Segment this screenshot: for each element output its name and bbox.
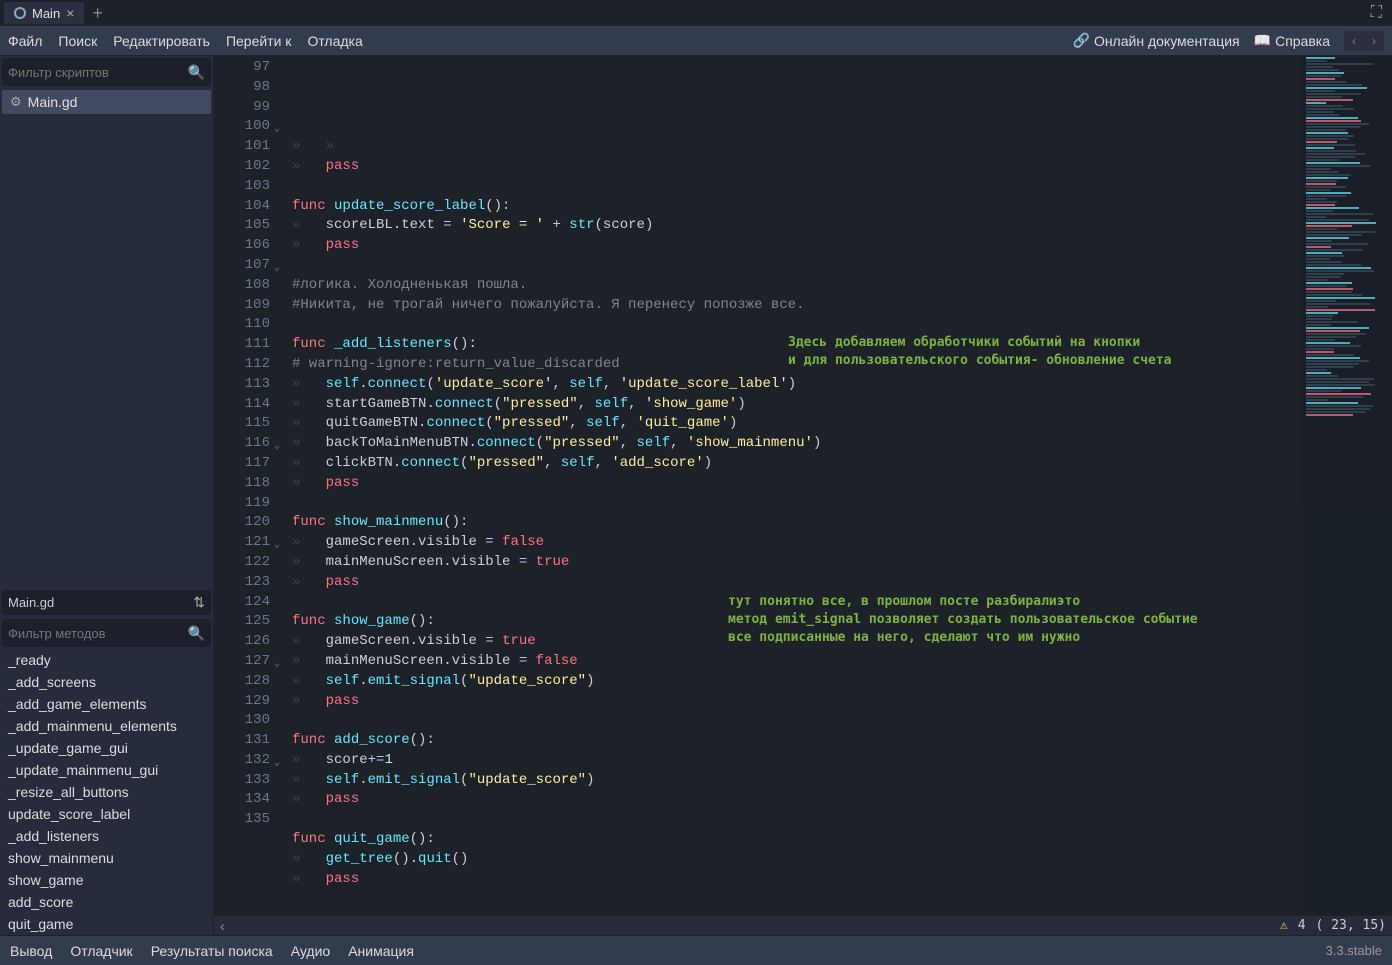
- nav-back-button[interactable]: ‹: [1344, 31, 1364, 51]
- menu-debug[interactable]: Отладка: [307, 33, 362, 49]
- menu-edit[interactable]: Редактировать: [113, 33, 210, 49]
- bottom-animation[interactable]: Анимация: [348, 943, 414, 959]
- warning-count[interactable]: 4: [1298, 918, 1306, 933]
- filter-scripts-input[interactable]: [8, 65, 188, 80]
- method-item[interactable]: _add_game_elements: [0, 693, 213, 715]
- method-item[interactable]: add_score: [0, 891, 213, 913]
- tab-title: Main: [32, 6, 60, 21]
- method-item[interactable]: _update_mainmenu_gui: [0, 759, 213, 781]
- scroll-left-icon[interactable]: ‹: [220, 918, 225, 934]
- current-script-name: Main.gd: [8, 595, 54, 610]
- method-item[interactable]: _ready: [0, 649, 213, 671]
- editor-area: 979899100⌄101102103104105106107⌄10810911…: [214, 56, 1392, 935]
- bottom-audio[interactable]: Аудио: [291, 943, 331, 959]
- filter-methods-input[interactable]: [8, 626, 188, 641]
- method-item[interactable]: quit_game: [0, 913, 213, 935]
- bottom-bar: Вывод Отладчик Результаты поиска Аудио А…: [0, 935, 1392, 965]
- scene-icon: [14, 7, 26, 19]
- tab-bar: Main × + ⛶: [0, 0, 1392, 26]
- script-label: Main.gd: [28, 94, 78, 110]
- annotation-1: Здесь добавляем обработчики событий на к…: [788, 334, 1172, 370]
- method-item[interactable]: show_game: [0, 869, 213, 891]
- minimap[interactable]: [1302, 56, 1392, 915]
- script-name-row: Main.gd ⇅: [2, 590, 211, 615]
- method-list: _ready_add_screens_add_game_elements_add…: [0, 649, 213, 935]
- version-label: 3.3.stable: [1326, 943, 1382, 958]
- method-item[interactable]: _update_game_gui: [0, 737, 213, 759]
- code-lines[interactable]: Здесь добавляем обработчики событий на к…: [278, 56, 1392, 915]
- fullscreen-icon[interactable]: ⛶: [1365, 4, 1388, 22]
- method-item[interactable]: update_score_label: [0, 803, 213, 825]
- search-icon[interactable]: 🔍: [188, 625, 205, 642]
- add-tab-button[interactable]: +: [84, 3, 111, 24]
- main-area: 🔍 ⚙ Main.gd Main.gd ⇅ 🔍 _ready_add_scree…: [0, 56, 1392, 935]
- method-item[interactable]: _add_screens: [0, 671, 213, 693]
- filter-scripts-box: 🔍: [2, 58, 211, 86]
- close-icon[interactable]: ×: [66, 5, 74, 21]
- method-item[interactable]: _add_mainmenu_elements: [0, 715, 213, 737]
- menu-bar: Файл Поиск Редактировать Перейти к Отлад…: [0, 26, 1392, 56]
- editor-statusbar: ‹ ⚠ 4 ( 23, 15): [214, 915, 1392, 935]
- code-container[interactable]: 979899100⌄101102103104105106107⌄10810911…: [214, 56, 1392, 915]
- online-doc-link[interactable]: 🔗 Онлайн документация: [1073, 32, 1240, 49]
- bottom-output[interactable]: Вывод: [10, 943, 52, 959]
- search-icon[interactable]: 🔍: [188, 64, 205, 81]
- method-item[interactable]: _resize_all_buttons: [0, 781, 213, 803]
- sort-icon[interactable]: ⇅: [193, 594, 205, 611]
- nav-forward-button[interactable]: ›: [1364, 31, 1384, 51]
- cursor-position: ( 23, 15): [1316, 918, 1386, 933]
- annotation-2: тут понятно все, в прошлом посте разбира…: [728, 593, 1198, 647]
- tab-main[interactable]: Main ×: [4, 2, 84, 24]
- method-item[interactable]: show_mainmenu: [0, 847, 213, 869]
- help-icon: 📖: [1254, 32, 1271, 49]
- bottom-search-results[interactable]: Результаты поиска: [151, 943, 273, 959]
- sidebar: 🔍 ⚙ Main.gd Main.gd ⇅ 🔍 _ready_add_scree…: [0, 56, 214, 935]
- warning-icon[interactable]: ⚠: [1280, 918, 1288, 933]
- menu-goto[interactable]: Перейти к: [226, 33, 292, 49]
- help-link[interactable]: 📖 Справка: [1254, 32, 1330, 49]
- script-item-main[interactable]: ⚙ Main.gd: [2, 90, 211, 114]
- menu-file[interactable]: Файл: [8, 33, 42, 49]
- bottom-debugger[interactable]: Отладчик: [70, 943, 132, 959]
- gutter: 979899100⌄101102103104105106107⌄10810911…: [214, 56, 278, 915]
- menu-search[interactable]: Поиск: [58, 33, 97, 49]
- link-icon: 🔗: [1073, 32, 1090, 49]
- filter-methods-box: 🔍: [2, 619, 211, 647]
- gear-icon: ⚙: [10, 94, 22, 110]
- method-item[interactable]: _add_listeners: [0, 825, 213, 847]
